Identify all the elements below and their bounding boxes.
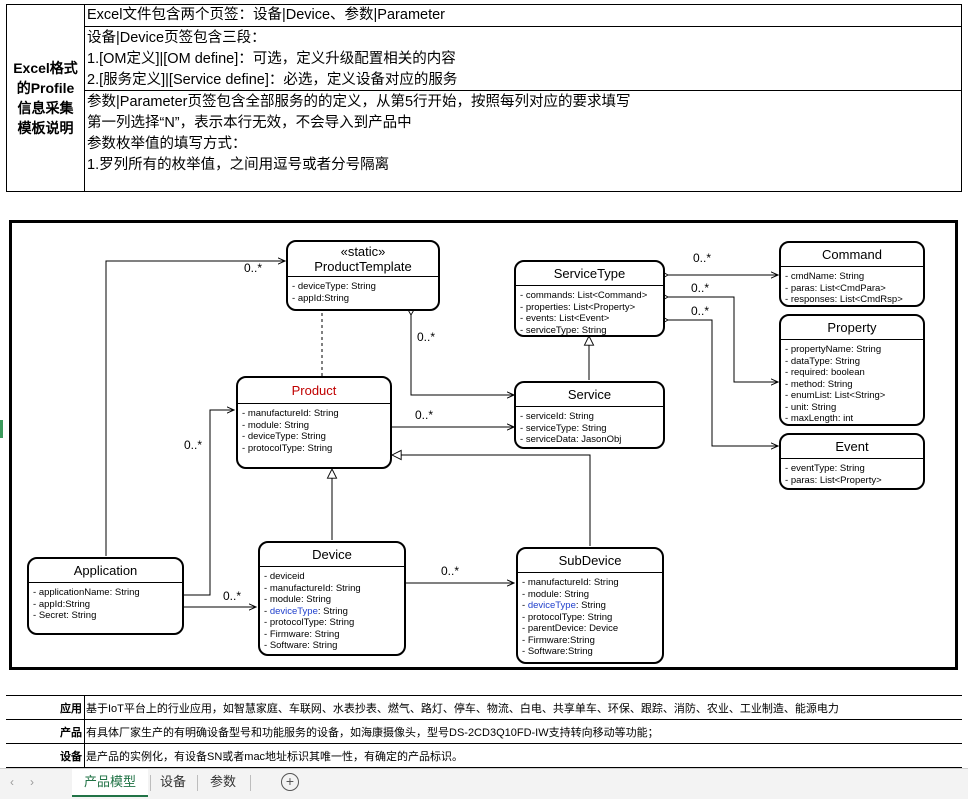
device-attributes: - deviceid - manufactureId: String - mod… [264, 571, 361, 651]
product-title: Product [238, 378, 390, 404]
multiplicity-label: 0..* [441, 564, 460, 578]
class-product[interactable]: Product - manufactureId: String - module… [236, 376, 392, 469]
profile-template-label: Excel格式 的Profile 信息采集 模板说明 [7, 5, 85, 191]
subdevice-title: SubDevice [518, 549, 662, 573]
chevron-left-icon[interactable]: ‹ [10, 775, 14, 789]
row-selection-marker [0, 420, 3, 438]
producttemplate-title: ProductTemplate [314, 259, 412, 274]
command-attributes: - cmdName: String - paras: List<CmdPara>… [785, 271, 903, 305]
class-command[interactable]: Command - cmdName: String - paras: List<… [779, 241, 925, 307]
class-servicetype[interactable]: ServiceType - commands: List<Command> - … [514, 260, 665, 337]
definitions-table: 应用 基于IoT平台上的行业应用，如智慧家庭、车联网、水表抄表、燃气、路灯、停车… [6, 695, 962, 768]
property-attributes: - propertyName: String - dataType: Strin… [785, 344, 886, 424]
class-subdevice[interactable]: SubDevice - manufactureId: String - modu… [516, 547, 664, 664]
device-title: Device [260, 543, 404, 567]
sheet-tab-device[interactable]: 设备 [150, 769, 196, 795]
class-property[interactable]: Property - propertyName: String - dataTy… [779, 314, 925, 426]
aggregation-servicetype-property [668, 297, 778, 382]
definition-row[interactable]: 设备 是产品的实例化，有设备SN或者mac地址标识其唯一性，有确定的产品标识。 [6, 744, 962, 768]
command-title: Command [781, 243, 923, 267]
chevron-right-icon[interactable]: › [30, 775, 34, 789]
class-application[interactable]: Application - applicationName: String - … [27, 557, 184, 635]
multiplicity-label: 0..* [691, 304, 710, 318]
event-title: Event [781, 435, 923, 459]
profile-info-table: Excel格式 的Profile 信息采集 模板说明 Excel文件包含两个页签… [6, 4, 962, 192]
info-row-device-sheet[interactable]: 设备|Device页签包含三段： 1.[OM定义]|[OM define]：可选… [85, 27, 961, 91]
producttemplate-stereotype: «static» [340, 244, 386, 259]
property-title: Property [781, 316, 923, 340]
generalization-subdevice-product [392, 455, 591, 546]
sheet-tab-bar: ‹ › 产品模型 设备 参数 + [0, 768, 968, 799]
definition-key: 设备 [60, 751, 82, 763]
definition-key: 应用 [60, 703, 82, 715]
multiplicity-label: 0..* [693, 251, 712, 265]
class-producttemplate[interactable]: «static» ProductTemplate - deviceType: S… [286, 240, 440, 311]
multiplicity-label: 0..* [691, 281, 710, 295]
application-attributes: - applicationName: String - appId:String… [33, 587, 140, 621]
service-attributes: - serviceId: String - serviceType: Strin… [520, 411, 622, 445]
aggregation-producttemplate-service [411, 315, 514, 395]
service-title: Service [516, 383, 663, 407]
multiplicity-label: 0..* [244, 261, 263, 275]
add-sheet-icon[interactable]: + [281, 773, 299, 791]
product-attributes: - manufactureId: String - module: String… [242, 408, 339, 454]
class-service[interactable]: Service - serviceId: String - serviceTyp… [514, 381, 665, 449]
sheet-tab-product-model[interactable]: 产品模型 [72, 769, 148, 797]
multiplicity-label: 0..* [184, 438, 203, 452]
definition-value: 有具体厂家生产的有明确设备型号和功能服务的设备，如海康摄像头，型号DS-2CD3… [86, 727, 659, 739]
definition-value: 基于IoT平台上的行业应用，如智慧家庭、车联网、水表抄表、燃气、路灯、停车、物流… [86, 703, 839, 715]
definition-value: 是产品的实例化，有设备SN或者mac地址标识其唯一性，有确定的产品标识。 [86, 751, 464, 763]
multiplicity-label: 0..* [417, 330, 436, 344]
servicetype-title: ServiceType [516, 262, 663, 286]
uml-diagram[interactable]: «static» ProductTemplate - deviceType: S… [9, 220, 958, 670]
event-attributes: - eventType: String - paras: List<Proper… [785, 463, 882, 486]
subdevice-attributes: - manufactureId: String - module: String… [522, 577, 619, 657]
multiplicity-label: 0..* [415, 408, 434, 422]
info-row-sheets[interactable]: Excel文件包含两个页签：设备|Device、参数|Parameter [85, 5, 961, 27]
definition-key: 产品 [60, 727, 82, 739]
multiplicity-label: 0..* [223, 589, 242, 603]
definition-row[interactable]: 应用 基于IoT平台上的行业应用，如智慧家庭、车联网、水表抄表、燃气、路灯、停车… [6, 696, 962, 720]
application-title: Application [29, 559, 182, 583]
definition-row[interactable]: 产品 有具体厂家生产的有明确设备型号和功能服务的设备，如海康摄像头，型号DS-2… [6, 720, 962, 744]
class-event[interactable]: Event - eventType: String - paras: List<… [779, 433, 925, 490]
info-row-parameter-sheet[interactable]: 参数|Parameter页签包含全部服务的的定义，从第5行开始，按照每列对应的要… [85, 91, 961, 191]
class-device[interactable]: Device - deviceid - manufactureId: Strin… [258, 541, 406, 656]
servicetype-attributes: - commands: List<Command> - properties: … [520, 290, 648, 336]
sheet-tab-parameter[interactable]: 参数 [197, 769, 249, 795]
producttemplate-attributes: - deviceType: String - appId:String [292, 281, 376, 304]
aggregation-servicetype-event [668, 320, 778, 446]
